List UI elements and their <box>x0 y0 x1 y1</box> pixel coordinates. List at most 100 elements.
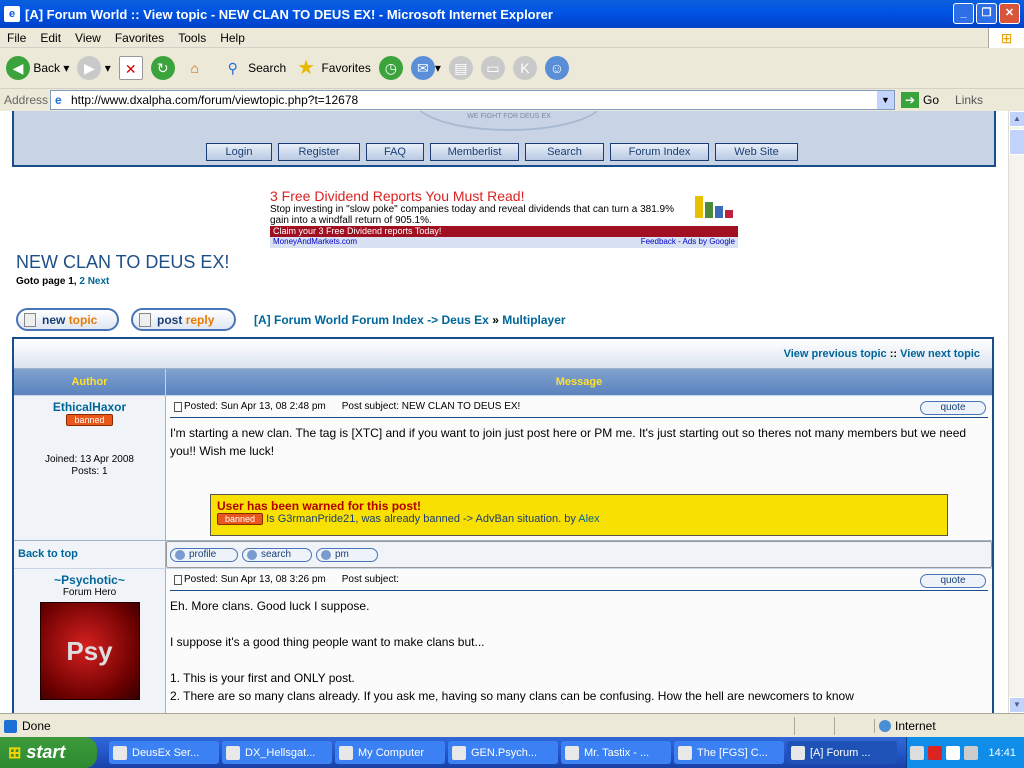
author-column-header: Author <box>14 369 166 395</box>
new-topic-label-b: topic <box>68 312 98 327</box>
tray-network-icon[interactable] <box>964 745 979 760</box>
taskbar-item-active[interactable]: [A] Forum ... <box>787 741 897 764</box>
taskbar-item-label: [A] Forum ... <box>810 746 871 759</box>
previous-topic-link[interactable]: View previous topic <box>784 348 887 360</box>
messenger-icon <box>565 745 579 760</box>
back-button[interactable]: ◀ Back ▾ <box>6 56 69 80</box>
ad-banner[interactable]: 3 Free Dividend Reports You Must Read! S… <box>270 188 738 248</box>
menu-help[interactable]: Help <box>213 31 252 45</box>
history-button[interactable]: ◷ <box>378 56 403 80</box>
ad-body: Stop investing in "slow poke" companies … <box>270 204 675 226</box>
close-button[interactable]: ✕ <box>999 3 1020 24</box>
topic-title[interactable]: NEW CLAN TO DEUS EX! <box>16 252 229 273</box>
status-bar: Done Internet <box>0 713 1024 737</box>
tray-arrow-icon[interactable] <box>910 745 925 760</box>
taskbar-item[interactable]: The [FGS] C... <box>674 741 784 764</box>
research-button[interactable]: K <box>512 56 537 80</box>
menu-favorites[interactable]: Favorites <box>108 31 171 45</box>
ad-source[interactable]: MoneyAndMarkets.com <box>273 237 357 248</box>
scroll-up-icon[interactable]: ▲ <box>1009 111 1024 127</box>
next-topic-link[interactable]: View next topic <box>900 348 980 360</box>
breadcrumb-index[interactable]: [A] Forum World Forum Index <box>254 313 424 327</box>
ad-cta[interactable]: Claim your 3 Free Dividend reports Today… <box>270 226 738 237</box>
nav-search[interactable]: Search <box>525 143 604 161</box>
post-row: EthicalHaxor banned Joined: 13 Apr 2008 P… <box>14 395 992 540</box>
search-user-label: search <box>261 549 292 560</box>
nav-web-site[interactable]: Web Site <box>715 143 798 161</box>
taskbar-item[interactable]: DX_Hellsgat... <box>222 741 332 764</box>
taskbar-item[interactable]: GEN.Psych... <box>448 741 558 764</box>
messenger-icon: ☺ <box>544 56 569 80</box>
author-name[interactable]: ~Psychotic~ <box>14 573 165 587</box>
search-user-button[interactable]: search <box>242 547 312 562</box>
page-2-link[interactable]: 2 <box>79 276 85 287</box>
home-button[interactable]: ⌂ <box>183 56 207 80</box>
author-joined: Joined: 13 Apr 2008 <box>45 454 134 465</box>
quote-button[interactable]: quote <box>920 574 986 588</box>
address-input[interactable]: http://www.dxalpha.com/forum/viewtopic.p… <box>50 90 895 110</box>
address-url: http://www.dxalpha.com/forum/viewtopic.p… <box>71 93 359 107</box>
menu-view[interactable]: View <box>68 31 108 45</box>
taskbar-item-label: DX_Hellsgat... <box>245 746 316 759</box>
print-button[interactable]: ▤ <box>448 56 473 80</box>
refresh-button[interactable]: ↻ <box>150 56 175 80</box>
go-button[interactable]: ➔ Go <box>901 92 939 108</box>
taskbar-item[interactable]: My Computer <box>335 741 445 764</box>
taskbar-item[interactable]: DeusEx Ser... <box>109 741 219 764</box>
tray-k-icon[interactable] <box>928 745 943 760</box>
status-separator <box>834 716 874 735</box>
minimize-button[interactable]: _ <box>953 3 974 24</box>
address-dropdown-icon[interactable]: ▼ <box>877 91 894 109</box>
menu-tools[interactable]: Tools <box>171 31 213 45</box>
warning-author-link[interactable]: Alex <box>578 513 599 525</box>
post-line: 1. This is your first and ONLY post. <box>170 671 355 685</box>
taskbar-item[interactable]: Mr. Tastix - ... <box>561 741 671 764</box>
favorites-button[interactable]: ★ Favorites <box>294 56 371 80</box>
stop-button[interactable]: ✕ <box>118 56 143 80</box>
nav-login[interactable]: Login <box>206 143 272 161</box>
post-message: Posted: Sun Apr 13, 08 2:48 pm Post subje… <box>166 396 992 540</box>
document-icon <box>139 312 151 327</box>
mail-button[interactable]: ✉ ▾ <box>410 56 441 80</box>
menu-file[interactable]: File <box>0 31 33 45</box>
profile-button[interactable]: profile <box>170 547 238 562</box>
edit-button[interactable]: ▭ <box>480 56 505 80</box>
document-icon <box>24 312 36 327</box>
warning-box: User has been warned for this post! bann… <box>210 494 948 536</box>
nav-register[interactable]: Register <box>278 143 360 161</box>
post-author-panel: ~Psychotic~ Forum Hero Psy <box>14 569 166 713</box>
scroll-down-icon[interactable]: ▼ <box>1009 697 1024 713</box>
pm-button[interactable]: pm <box>316 547 378 562</box>
nav-memberlist[interactable]: Memberlist <box>430 143 519 161</box>
taskbar-item-label: GEN.Psych... <box>471 746 538 759</box>
banned-badge: banned <box>66 414 113 426</box>
warning-text: Is G3rmanPride21, was already banned -> … <box>266 513 576 525</box>
messenger-button[interactable]: ☺ <box>544 56 569 80</box>
new-topic-button[interactable]: new topic <box>16 308 119 331</box>
nav-faq[interactable]: FAQ <box>366 143 424 161</box>
post-reply-button[interactable]: post reply <box>131 308 236 331</box>
ad-feedback[interactable]: Feedback - Ads by Google <box>641 237 735 248</box>
start-button[interactable]: ⊞ start <box>0 737 97 768</box>
author-name[interactable]: EthicalHaxor <box>14 400 165 414</box>
forward-button[interactable]: ▶ ▾ <box>77 56 111 80</box>
links-button[interactable]: Links <box>955 93 983 107</box>
maximize-button[interactable]: ❐ <box>976 3 997 24</box>
search-button[interactable]: ⚲ Search <box>221 56 287 80</box>
taskbar-item-label: DeusEx Ser... <box>132 746 200 759</box>
post-line: I suppose it's a good thing people want … <box>170 635 485 649</box>
next-page-link[interactable]: Next <box>88 276 110 287</box>
scroll-thumb[interactable] <box>1009 129 1024 155</box>
post-header: Posted: Sun Apr 13, 08 2:48 pm Post subje… <box>170 396 988 418</box>
breadcrumb-forum[interactable]: Multiplayer <box>502 313 565 327</box>
quote-button[interactable]: quote <box>920 401 986 415</box>
edit-icon: ▭ <box>480 56 505 80</box>
breadcrumb-category[interactable]: Deus Ex <box>441 313 488 327</box>
vertical-scrollbar[interactable]: ▲ ▼ <box>1008 111 1024 713</box>
author-posts: Posts: 1 <box>71 466 108 477</box>
back-to-top-link[interactable]: Back to top <box>14 541 166 568</box>
page-current: 1 <box>68 276 74 287</box>
tray-app-icon[interactable] <box>946 745 961 760</box>
menu-edit[interactable]: Edit <box>33 31 68 45</box>
nav-forum-index[interactable]: Forum Index <box>610 143 709 161</box>
